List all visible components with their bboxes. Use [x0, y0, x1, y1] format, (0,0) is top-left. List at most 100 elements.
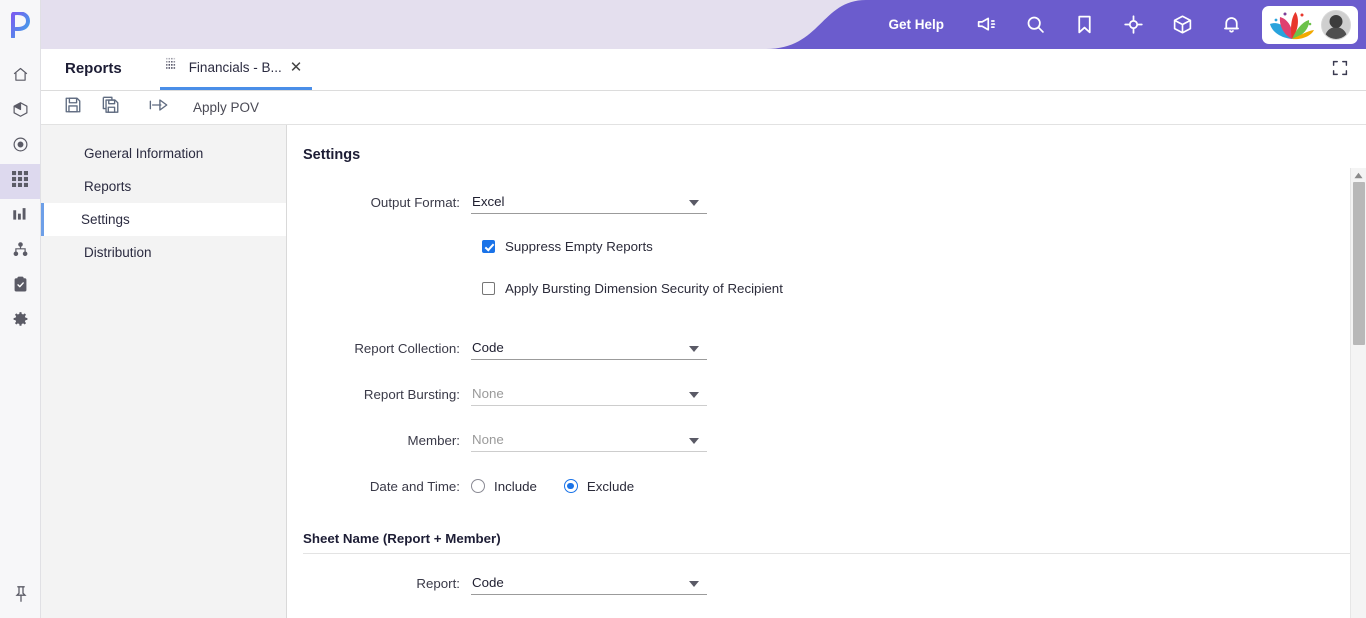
tab-financials[interactable]: Financials - B... ✕ [159, 57, 313, 90]
sidebar-item-bar-chart[interactable] [0, 199, 40, 234]
sidebar-item-grid[interactable] [0, 164, 40, 199]
report-bursting-select[interactable]: None [471, 383, 707, 406]
field-sheet-member: Member: Label [303, 612, 1336, 618]
sidebar-item-settings[interactable] [0, 304, 40, 339]
clipboard-check-icon [12, 276, 29, 298]
apply-pov-label[interactable]: Apply POV [193, 100, 259, 115]
field-suppress-empty-reports: Suppress Empty Reports [303, 231, 1336, 261]
chevron-down-icon [689, 199, 699, 206]
field-bursting-member: Member: None [303, 423, 1336, 457]
editor-toolbar: Apply POV [41, 91, 1366, 125]
global-header: Get Help [0, 0, 1366, 49]
grid-icon [12, 171, 28, 192]
nav-item-settings[interactable]: Settings [41, 203, 286, 236]
sheet-report-value: Code [472, 575, 504, 590]
nav-item-distribution[interactable]: Distribution [41, 236, 286, 269]
rail-spacer [0, 49, 40, 59]
apply-bursting-security-checkbox[interactable] [482, 281, 495, 295]
home-icon [12, 66, 29, 88]
sidebar-item-tasks[interactable] [0, 269, 40, 304]
field-output-format: Output Format: Excel [303, 185, 1336, 219]
sheet-report-select[interactable]: Code [471, 572, 707, 595]
grid-dots-icon [165, 57, 181, 77]
bookmark-icon[interactable] [1060, 0, 1109, 49]
gear-icon [12, 311, 29, 333]
gap [303, 457, 1336, 469]
avatar[interactable] [1321, 9, 1351, 40]
radio-include[interactable]: Include [471, 479, 537, 494]
pin-button[interactable] [0, 585, 41, 608]
save-icon [64, 96, 82, 119]
report-collection-select[interactable]: Code [471, 337, 707, 360]
radio-include-control[interactable] [471, 479, 485, 493]
nav-item-general-information[interactable]: General Information [41, 137, 286, 170]
output-format-label: Output Format: [370, 194, 460, 210]
radio-exclude-control[interactable] [563, 479, 578, 493]
radio-include-label: Include [494, 478, 537, 494]
bursting-member-value: None [472, 432, 504, 447]
tab-label: Financials - B... [188, 59, 282, 75]
close-icon[interactable]: ✕ [290, 60, 303, 75]
save-as-button[interactable] [93, 93, 129, 123]
save-as-icon [102, 96, 120, 119]
report-collection-label: Report Collection: [354, 340, 460, 356]
content-scrollbar[interactable] [1350, 168, 1366, 618]
target-icon [12, 136, 29, 158]
apply-pov-button[interactable] [141, 93, 177, 123]
nav-item-reports[interactable]: Reports [41, 170, 286, 203]
sheet-name-title: Sheet Name (Report + Member) [303, 531, 501, 546]
p-logo[interactable] [0, 0, 40, 49]
identity-chip[interactable] [1262, 5, 1358, 44]
gap [303, 411, 1336, 423]
suppress-empty-reports-checkbox[interactable] [482, 239, 495, 253]
hierarchy-icon [12, 241, 29, 263]
sidebar-item-home[interactable] [0, 59, 40, 94]
announcement-icon[interactable] [962, 0, 1011, 49]
gap [303, 600, 1336, 612]
date-and-time-radio-group: Include Exclude [471, 479, 634, 494]
page-title: Reports [65, 60, 122, 77]
scrollbar-thumb[interactable] [1353, 182, 1365, 345]
expand-icon[interactable] [1326, 54, 1354, 82]
radio-exclude-label: Exclude [586, 478, 635, 494]
apply-arrow-icon [149, 96, 169, 119]
apply-bursting-security-label[interactable]: Apply Bursting Dimension Security of Rec… [505, 281, 783, 296]
gap [303, 261, 1336, 273]
oracle-lotus-logo [1269, 10, 1315, 40]
field-date-and-time: Date and Time: Include Exclude [303, 469, 1336, 503]
application-window: Get Help Reports Financials - B... ✕ App… [0, 0, 1366, 618]
settings-content: Settings Output Format: Excel Suppress E… [287, 125, 1366, 618]
notification-bell-icon[interactable] [1207, 0, 1256, 49]
field-report-bursting: Report Bursting: None [303, 377, 1336, 411]
report-collection-value: Code [472, 340, 504, 355]
gap [303, 554, 1336, 566]
gap [303, 365, 1336, 377]
get-help-link[interactable]: Get Help [888, 17, 944, 32]
sheet-name-section-header: Sheet Name (Report + Member) [303, 531, 1352, 554]
search-icon[interactable] [1011, 0, 1060, 49]
suppress-empty-reports-label[interactable]: Suppress Empty Reports [505, 239, 653, 254]
academy-icon[interactable] [1158, 0, 1207, 49]
field-apply-bursting-security: Apply Bursting Dimension Security of Rec… [303, 273, 1336, 303]
left-rail [0, 0, 41, 618]
report-bursting-label: Report Bursting: [363, 386, 460, 402]
cube-icon [12, 101, 29, 123]
bursting-member-select[interactable]: None [471, 429, 707, 452]
chevron-down-icon [689, 345, 699, 352]
settings-title: Settings [303, 147, 361, 163]
radio-exclude[interactable]: Exclude [563, 478, 635, 494]
sidebar-item-hierarchy[interactable] [0, 234, 40, 269]
chevron-down-icon [689, 580, 699, 587]
sidebar-item-target[interactable] [0, 129, 40, 164]
date-and-time-label: Date and Time: [369, 478, 460, 494]
wizard-nav-panel: General Information Reports Settings Dis… [41, 125, 287, 618]
gap [303, 303, 1336, 331]
output-format-select[interactable]: Excel [471, 191, 707, 214]
chevron-down-icon [689, 391, 699, 398]
scroll-up-arrow[interactable] [1351, 168, 1366, 182]
tab-strip: Reports Financials - B... ✕ [41, 49, 1366, 91]
navigator-icon[interactable] [1109, 0, 1158, 49]
sheet-report-label: Report: [416, 575, 460, 591]
sidebar-item-cube[interactable] [0, 94, 40, 129]
save-button[interactable] [55, 93, 91, 123]
